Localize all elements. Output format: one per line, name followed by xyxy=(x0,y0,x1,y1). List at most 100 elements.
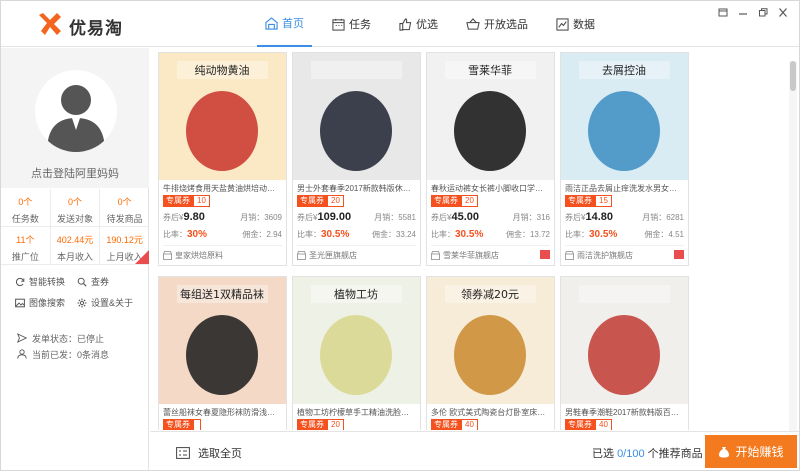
scrollbar-thumb[interactable] xyxy=(790,61,796,91)
product-image[interactable]: 雪莱华菲 xyxy=(427,53,554,180)
price-label: 券后¥ xyxy=(163,213,184,222)
product-title[interactable]: 多伦 欧式美式陶瓷台灯卧室床头灯 xyxy=(427,404,554,417)
nav-tab-data-label: 数据 xyxy=(573,19,595,31)
select-all-button[interactable]: 选取全页 xyxy=(176,445,242,461)
nav-tab-picks-label: 优选 xyxy=(416,19,438,31)
price-label: 券后¥ xyxy=(565,213,586,222)
product-title[interactable]: 蕾丝船袜女春夏隐形袜防滑浅口纯棉 xyxy=(159,404,286,417)
smart-convert-button[interactable]: 智能转换 xyxy=(15,275,77,288)
product-title[interactable]: 男鞋春季潮鞋2017新款韩版百搭小白鞋 xyxy=(561,404,688,417)
coupon-tag: 专属券 xyxy=(163,419,193,430)
coupon-badge: 专属券 xyxy=(163,419,282,430)
coupon-amount xyxy=(193,419,201,430)
product-image[interactable]: 每组送1双精品袜 xyxy=(159,277,286,404)
nav-tab-tasks[interactable]: 任务 xyxy=(324,1,379,47)
shop-row[interactable]: 雨洁洗护旗舰店 xyxy=(565,245,684,261)
commission-label: 佣金： xyxy=(242,229,267,239)
sent-count: 当前已发：0条消息 xyxy=(17,346,109,362)
footer-bar: 选取全页 已选 0/100 个推荐商品 开始赚钱 xyxy=(150,431,799,470)
product-title[interactable]: 雨洁正品去屑止痒洗发水男女持久留香控 xyxy=(561,180,688,193)
stat-task-count[interactable]: 0个 任务数 xyxy=(1,189,51,226)
price-label: 券后¥ xyxy=(431,213,452,222)
product-title[interactable]: 春秋运动裤女长裤小脚收口学生宽松大码 xyxy=(427,180,554,193)
skin-icon[interactable] xyxy=(713,5,733,19)
commission-label: 佣金： xyxy=(505,229,530,239)
nav-tab-open-selection-label: 开放选品 xyxy=(484,19,528,31)
shop-row[interactable]: 皇家烘焙原料 xyxy=(163,245,282,261)
tmall-badge-icon xyxy=(674,250,684,259)
home-icon xyxy=(265,16,278,30)
rate-label: 比率： xyxy=(565,229,589,239)
stat-promo-slots[interactable]: 11个 推广位 xyxy=(1,227,51,264)
settings-about-button[interactable]: 设置&关于 xyxy=(77,296,139,309)
stats-row: 11个 推广位 402.44元 本月收入 190.12元 上月收入 xyxy=(1,227,150,265)
product-image[interactable] xyxy=(561,277,688,404)
image-search-icon xyxy=(15,298,25,307)
product-image[interactable]: 植物工坊 xyxy=(293,277,420,404)
monthly-sales: 5581 xyxy=(398,212,416,222)
product-image[interactable]: 纯动物黄油 xyxy=(159,53,286,180)
close-icon[interactable] xyxy=(773,5,793,19)
selected-prefix: 已选 xyxy=(592,448,614,460)
stat-pending-items[interactable]: 0个 待发商品 xyxy=(100,189,149,226)
price-row: 券后¥14.80 月销：6281 xyxy=(565,210,684,224)
scrollbar[interactable] xyxy=(789,61,797,431)
restore-icon[interactable] xyxy=(753,5,773,19)
coupon-badge: 专属券 40 xyxy=(431,419,550,430)
avatar[interactable] xyxy=(35,70,117,152)
start-earning-button[interactable]: 开始赚钱 xyxy=(705,435,797,468)
nav-tab-picks[interactable]: 优选 xyxy=(391,1,446,47)
product-image-caption: 去屑控油 xyxy=(602,63,646,77)
product-image[interactable] xyxy=(293,53,420,180)
shop-row[interactable]: 雪莱华菲旗舰店 xyxy=(431,245,550,261)
main-nav: 首页 任务 优选 开放选品 数据 xyxy=(257,1,615,47)
coupon-badge: 专属券 40 xyxy=(565,419,684,430)
product-image[interactable]: 去屑控油 xyxy=(561,53,688,180)
tool-row: 智能转换 查券 xyxy=(15,271,145,292)
stat-send-targets[interactable]: 0个 发送对象 xyxy=(51,189,101,226)
tool-label: 图像搜索 xyxy=(29,298,66,308)
product-card[interactable]: 领券减20元 多伦 欧式美式陶瓷台灯卧室床头灯 专属券 40 xyxy=(426,276,555,430)
nav-tab-home[interactable]: 首页 xyxy=(257,1,312,47)
stat-value: 11个 xyxy=(16,235,35,245)
login-link[interactable]: 点击登陆阿里妈妈 xyxy=(1,165,149,181)
tool-row: 图像搜索 设置&关于 xyxy=(15,292,145,313)
default-user-icon xyxy=(47,85,105,152)
basket-icon xyxy=(466,17,480,30)
price-row: 券后¥45.00 月销：316 xyxy=(431,210,550,224)
product-card[interactable]: 每组送1双精品袜 蕾丝船袜女春夏隐形袜防滑浅口纯棉专属券 xyxy=(158,276,287,430)
coupon-amount: 40 xyxy=(595,419,612,430)
nav-tab-open-selection[interactable]: 开放选品 xyxy=(458,1,536,47)
product-card[interactable]: 男鞋春季潮鞋2017新款韩版百搭小白鞋专属券40 xyxy=(560,276,689,430)
commission-rate: 30.5% xyxy=(589,228,618,240)
stat-last-month-income[interactable]: 190.12元 上月收入 xyxy=(100,227,150,264)
product-price: 45.00 xyxy=(451,211,479,223)
product-title[interactable]: 植物工坊柠檬草手工精油洗脸冷香皂 xyxy=(293,404,420,417)
check-coupon-button[interactable]: 查券 xyxy=(77,275,139,288)
product-card[interactable]: 去屑控油雨洁正品去屑止痒洗发水男女持久留香控专属券15 券后¥14.80 月销：62… xyxy=(560,52,689,266)
image-search-button[interactable]: 图像搜索 xyxy=(15,296,77,309)
sidebar: 点击登陆阿里妈妈 0个 任务数 0个 发送对象 0个 待发商品 11个 推广位 … xyxy=(1,48,150,470)
tools-panel: 智能转换 查券 图像搜索 设置&关于 xyxy=(15,271,145,313)
chart-icon xyxy=(556,17,569,31)
product-image[interactable]: 领券减20元 xyxy=(427,277,554,404)
coupon-amount: 20 xyxy=(461,195,478,207)
product-card[interactable]: 纯动物黄油 牛排烧烤食用天盐黄油烘培动物性黄油 专属券 10 券后¥9.80 月销：360… xyxy=(158,52,287,266)
product-card[interactable]: 植物工坊 植物工坊柠檬草手工精油洗脸冷香皂 专属券 20 xyxy=(292,276,421,430)
product-card[interactable]: 男士外套春季2017新款韩版休闲潮流帅气专属券20 券后¥109.00 月销：558… xyxy=(292,52,421,266)
product-price: 109.00 xyxy=(317,211,352,223)
nav-tab-data[interactable]: 数据 xyxy=(548,1,603,47)
sent-count-text: 当前已发：0条消息 xyxy=(32,349,110,360)
shop-row[interactable]: 圣光匣旗舰店 xyxy=(297,245,416,261)
coupon-badge: 专属券 20 xyxy=(431,195,550,207)
minimize-icon[interactable] xyxy=(733,5,753,19)
coupon-tag: 专属券 xyxy=(431,195,461,207)
product-title[interactable]: 牛排烧烤食用天盐黄油烘培动物性黄油 xyxy=(159,180,286,193)
header-bar: 优易淘 首页 任务 优选 开放选品 数据 xyxy=(1,1,799,47)
product-image-caption: 植物工坊 xyxy=(334,287,378,301)
product-title[interactable]: 男士外套春季2017新款韩版休闲潮流帅气 xyxy=(293,180,420,193)
product-card[interactable]: 雪莱华菲春秋运动裤女长裤小脚收口学生宽松大码专属券20 券后¥45.00 月销：31… xyxy=(426,52,555,266)
stat-this-month-income[interactable]: 402.44元 本月收入 xyxy=(51,227,101,264)
shop-icon xyxy=(163,250,172,260)
stat-label: 推广位 xyxy=(11,252,39,262)
